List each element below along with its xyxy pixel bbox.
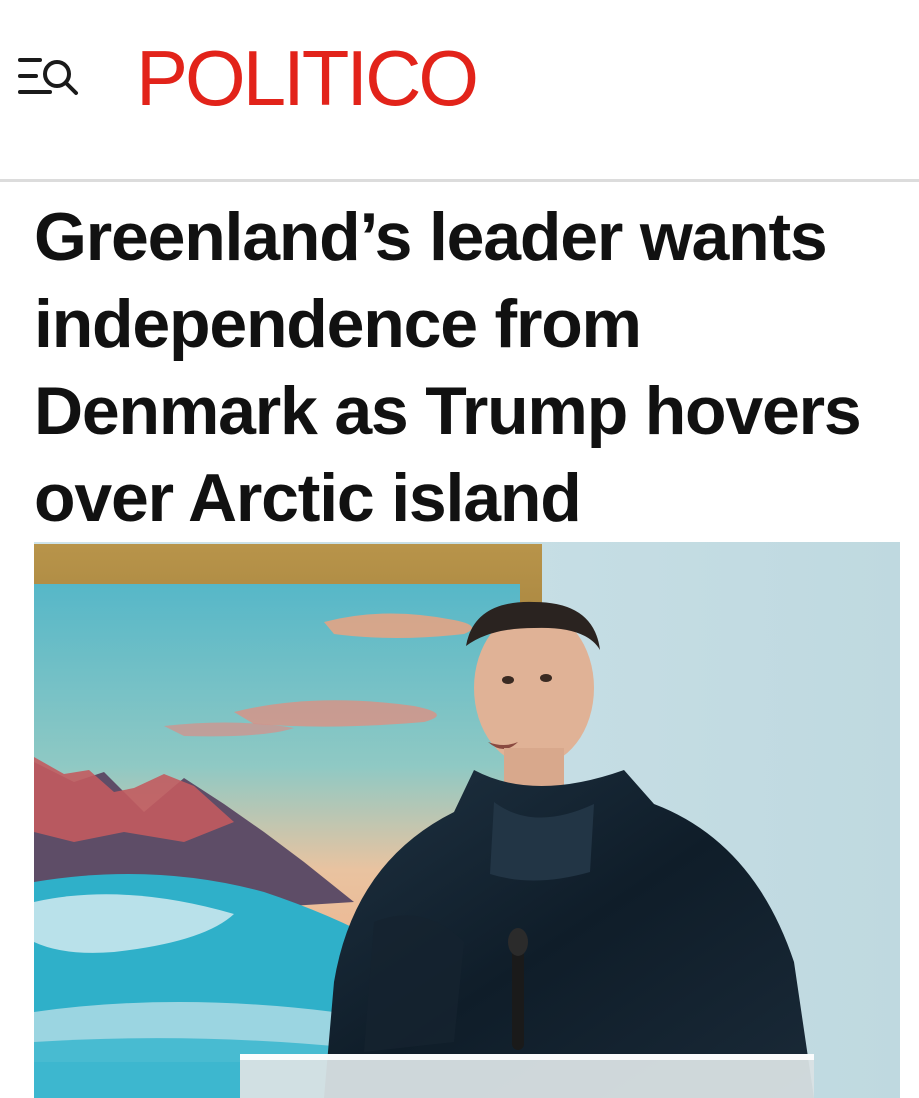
- hero-image[interactable]: [34, 542, 900, 1098]
- politico-logo[interactable]: POLITICO: [136, 36, 479, 120]
- site-header: POLITICO: [0, 0, 919, 182]
- menu-search-icon: [18, 58, 78, 95]
- menu-search-button[interactable]: [16, 52, 82, 104]
- article-headline[interactable]: Greenland’s leader wants independence fr…: [34, 194, 904, 542]
